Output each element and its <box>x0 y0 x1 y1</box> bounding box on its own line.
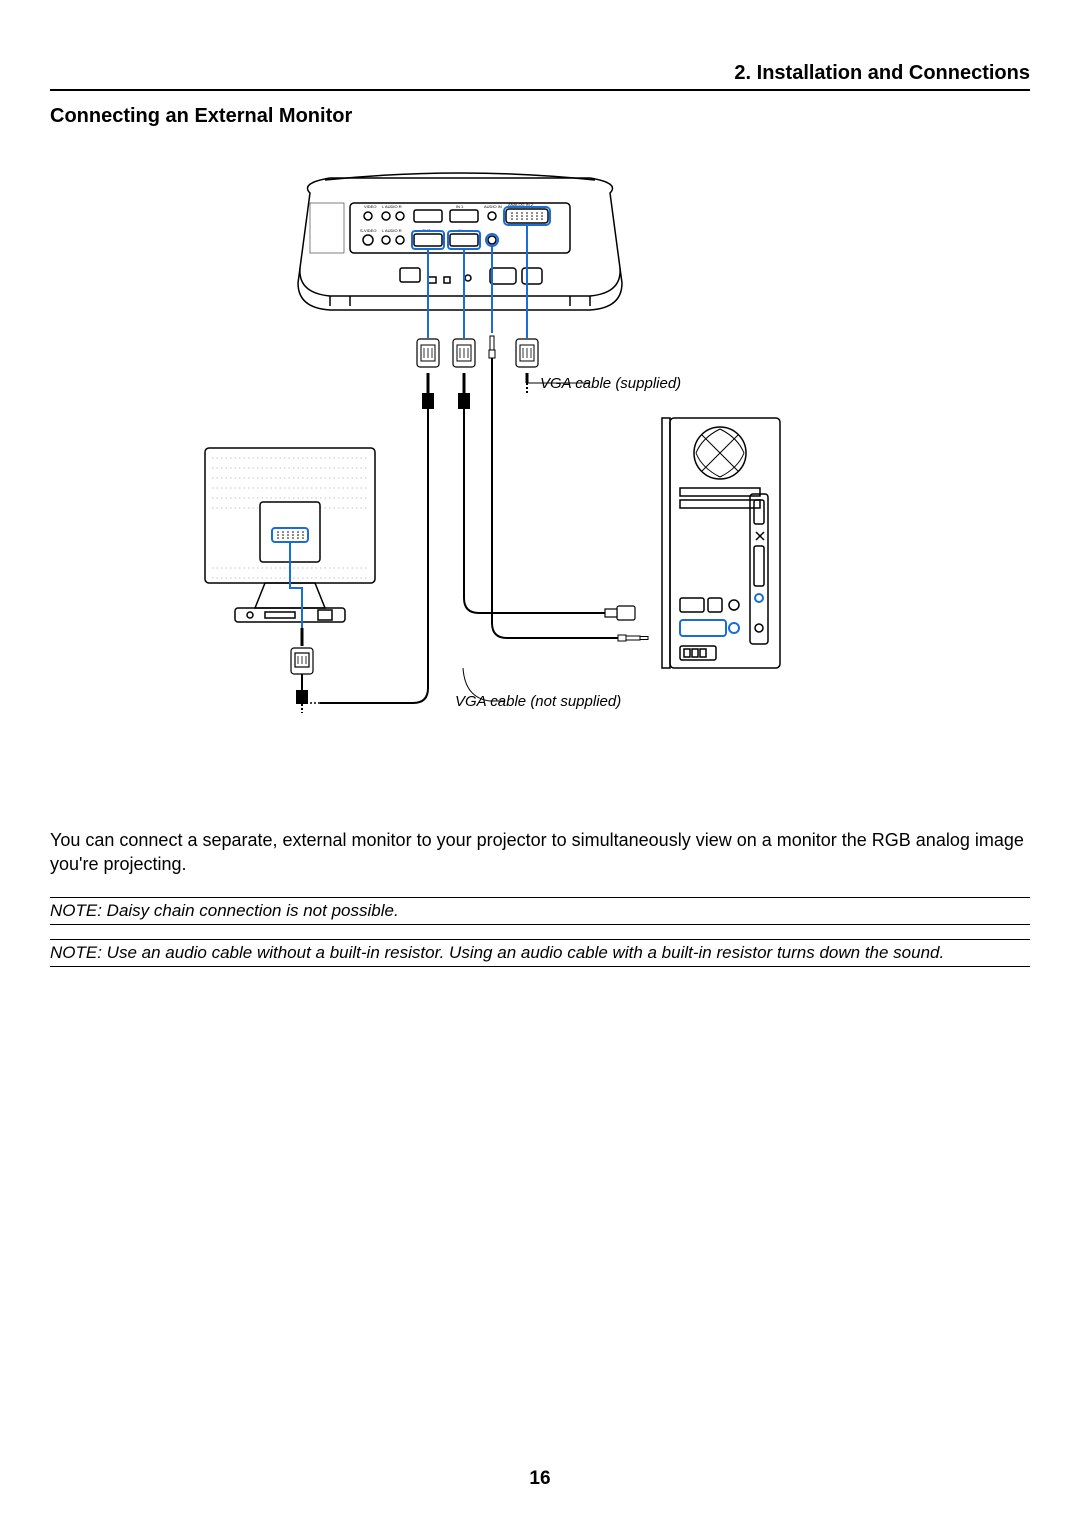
port-label-svideo: S-VIDEO <box>360 228 376 233</box>
computer-icon <box>662 418 780 668</box>
note-2: NOTE: Use an audio cable without a built… <box>50 939 1030 967</box>
projector-icon <box>298 173 622 310</box>
label-vga-supplied: VGA cable (supplied) <box>540 375 681 392</box>
port-label-in1: IN 1 <box>456 204 464 209</box>
port-label-audio-top: L AUDIO R <box>382 204 402 209</box>
section-subheading: Connecting an External Monitor <box>50 105 1030 128</box>
monitor-icon <box>205 448 375 622</box>
page: 2. Installation and Connections Connecti… <box>0 0 1080 1526</box>
port-label-video: VIDEO <box>364 204 376 209</box>
chapter-header: 2. Installation and Connections <box>50 62 1030 91</box>
port-label-audio-in: AUDIO IN <box>484 204 502 209</box>
port-label-audio-bottom: L AUDIO R <box>382 228 402 233</box>
body-paragraph: You can connect a separate, external mon… <box>50 828 1030 877</box>
cables <box>308 226 648 703</box>
diagram-svg: VIDEO L AUDIO R S-VIDEO L AUDIO R OUT IN… <box>190 168 890 738</box>
note-1: NOTE: Daisy chain connection is not poss… <box>50 897 1030 925</box>
page-number: 16 <box>0 1468 1080 1490</box>
label-vga-not-supplied: VGA cable (not supplied) <box>455 693 621 710</box>
connection-diagram: VIDEO L AUDIO R S-VIDEO L AUDIO R OUT IN… <box>50 168 1030 768</box>
